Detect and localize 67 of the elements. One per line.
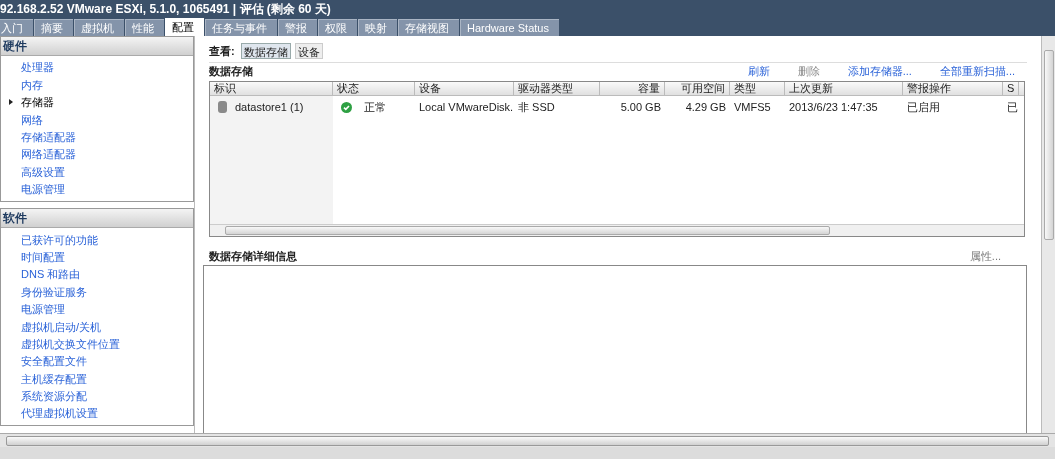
table-cell-text: 4.29 GB (685, 99, 726, 115)
sidebar-item[interactable]: DNS 和路由 (21, 266, 81, 283)
action-link[interactable]: 添加存储器... (847, 62, 912, 80)
column-header[interactable]: 标识 (210, 82, 333, 95)
column-header[interactable]: 状态 (333, 82, 415, 95)
table-cell-text: 非 SSD (518, 99, 555, 115)
horizontal-scrollbar[interactable] (0, 433, 1055, 447)
sidebar-item[interactable]: 代理虚拟机设置 (21, 405, 98, 422)
check-icon (341, 101, 352, 113)
section-title: 数据存储详细信息 (209, 248, 297, 264)
view-button[interactable]: 数据存储 (240, 43, 291, 59)
sidebar-item[interactable]: 网络 (21, 111, 43, 129)
tab[interactable]: 虚拟机 (74, 19, 124, 36)
table-cell-text: 已 (1007, 99, 1018, 115)
database-icon (218, 101, 227, 113)
column-header[interactable]: 上次更新 (785, 82, 903, 95)
table-cell-text: 已启用 (907, 99, 940, 115)
column-header[interactable]: 容量 (600, 82, 665, 95)
vertical-scrollbar[interactable] (1041, 36, 1055, 433)
sidebar-item[interactable]: 系统资源分配 (21, 388, 87, 405)
view-label: 查看: (209, 43, 235, 59)
view-button[interactable]: 设备 (294, 43, 323, 59)
sidebar-item[interactable]: 存储器 (21, 94, 54, 111)
table-cell-text: 2013/6/23 1:47:35 (789, 99, 878, 115)
tab[interactable]: 映射 (358, 19, 397, 36)
table-cell-text: datastore1 (1) (235, 99, 304, 115)
sidebar-item[interactable]: 处理器 (21, 59, 54, 76)
sidebar-item[interactable]: 高级设置 (21, 163, 65, 181)
section-title: 数据存储 (209, 63, 253, 79)
tab[interactable]: 任务与事件 (205, 19, 277, 36)
sidebar-item[interactable]: 身份验证服务 (21, 283, 87, 301)
sidebar-item[interactable]: 安全配置文件 (21, 353, 87, 370)
column-header[interactable]: 类型 (730, 82, 785, 95)
table-cell-text: 5.00 GB (620, 99, 661, 115)
sidebar-item[interactable]: 网络适配器 (21, 146, 76, 163)
sidebar-item[interactable]: 时间配置 (21, 248, 65, 266)
sidebar-item[interactable]: 虚拟机交换文件位置 (21, 335, 120, 353)
tab[interactable]: 配置 (165, 18, 204, 36)
section-header: 软件 (1, 209, 193, 229)
sidebar-item[interactable]: 存储适配器 (21, 129, 76, 146)
sidebar-item[interactable]: 内存 (21, 76, 43, 94)
tab[interactable]: 性能 (125, 19, 164, 36)
window-title: 92.168.2.52 VMware ESXi, 5.1.0, 1065491 | 评估 (剩余 60 天) (0, 1, 331, 18)
column-header[interactable]: S (1003, 82, 1019, 95)
pointer-icon (9, 99, 13, 106)
tab[interactable]: 入门 (0, 19, 33, 36)
action-link[interactable]: 刷新 (747, 62, 770, 80)
action-link[interactable]: 全部重新扫描... (939, 62, 1015, 80)
table-cell-text: 正常 (364, 99, 386, 115)
sidebar-item[interactable]: 主机缓存配置 (21, 370, 87, 388)
column-header[interactable]: 设备 (415, 82, 514, 95)
column-header[interactable]: 警报操作 (903, 82, 1003, 95)
tab[interactable]: Hardware Status (460, 19, 559, 36)
tab[interactable]: 警报 (278, 19, 317, 36)
section-header: 硬件 (1, 37, 193, 56)
column-header[interactable]: 可用空间 (665, 82, 730, 95)
tab[interactable]: 权限 (318, 19, 357, 36)
tab[interactable]: 存储视图 (398, 19, 459, 36)
table-cell-text: Local VMwareDisk.. (419, 99, 514, 115)
column-header[interactable]: 驱动器类型 (514, 82, 600, 95)
horizontal-scrollbar[interactable] (210, 224, 1024, 236)
sidebar-item[interactable]: 虚拟机启动/关机 (21, 318, 102, 335)
sidebar-item[interactable]: 电源管理 (21, 181, 65, 198)
sidebar-item[interactable]: 电源管理 (21, 301, 65, 318)
tab[interactable]: 摘要 (34, 19, 73, 36)
table-cell-text: VMFS5 (734, 99, 771, 115)
sidebar-item[interactable]: 已获许可的功能 (21, 231, 98, 249)
